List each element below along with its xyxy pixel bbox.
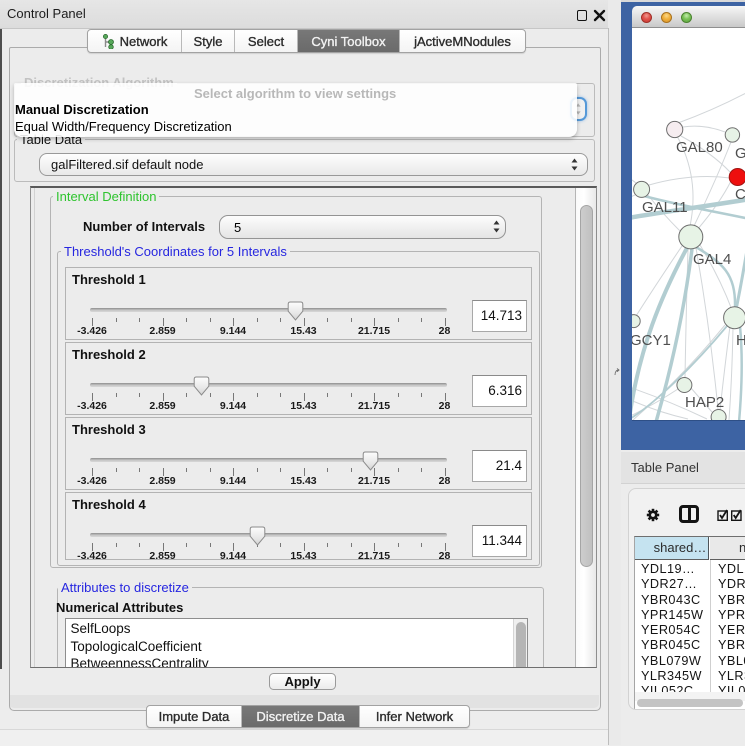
svg-text:GA: GA: [735, 145, 745, 162]
svg-text:HAP2: HAP2: [685, 394, 724, 411]
svg-text:GAL11: GAL11: [642, 199, 688, 216]
svg-text:GAL80: GAL80: [676, 139, 723, 156]
svg-text:GAL4: GAL4: [693, 251, 731, 268]
svg-text:GCY1: GCY1: [632, 332, 671, 349]
svg-text:CD: CD: [735, 186, 745, 203]
svg-text:HI: HI: [736, 332, 745, 349]
